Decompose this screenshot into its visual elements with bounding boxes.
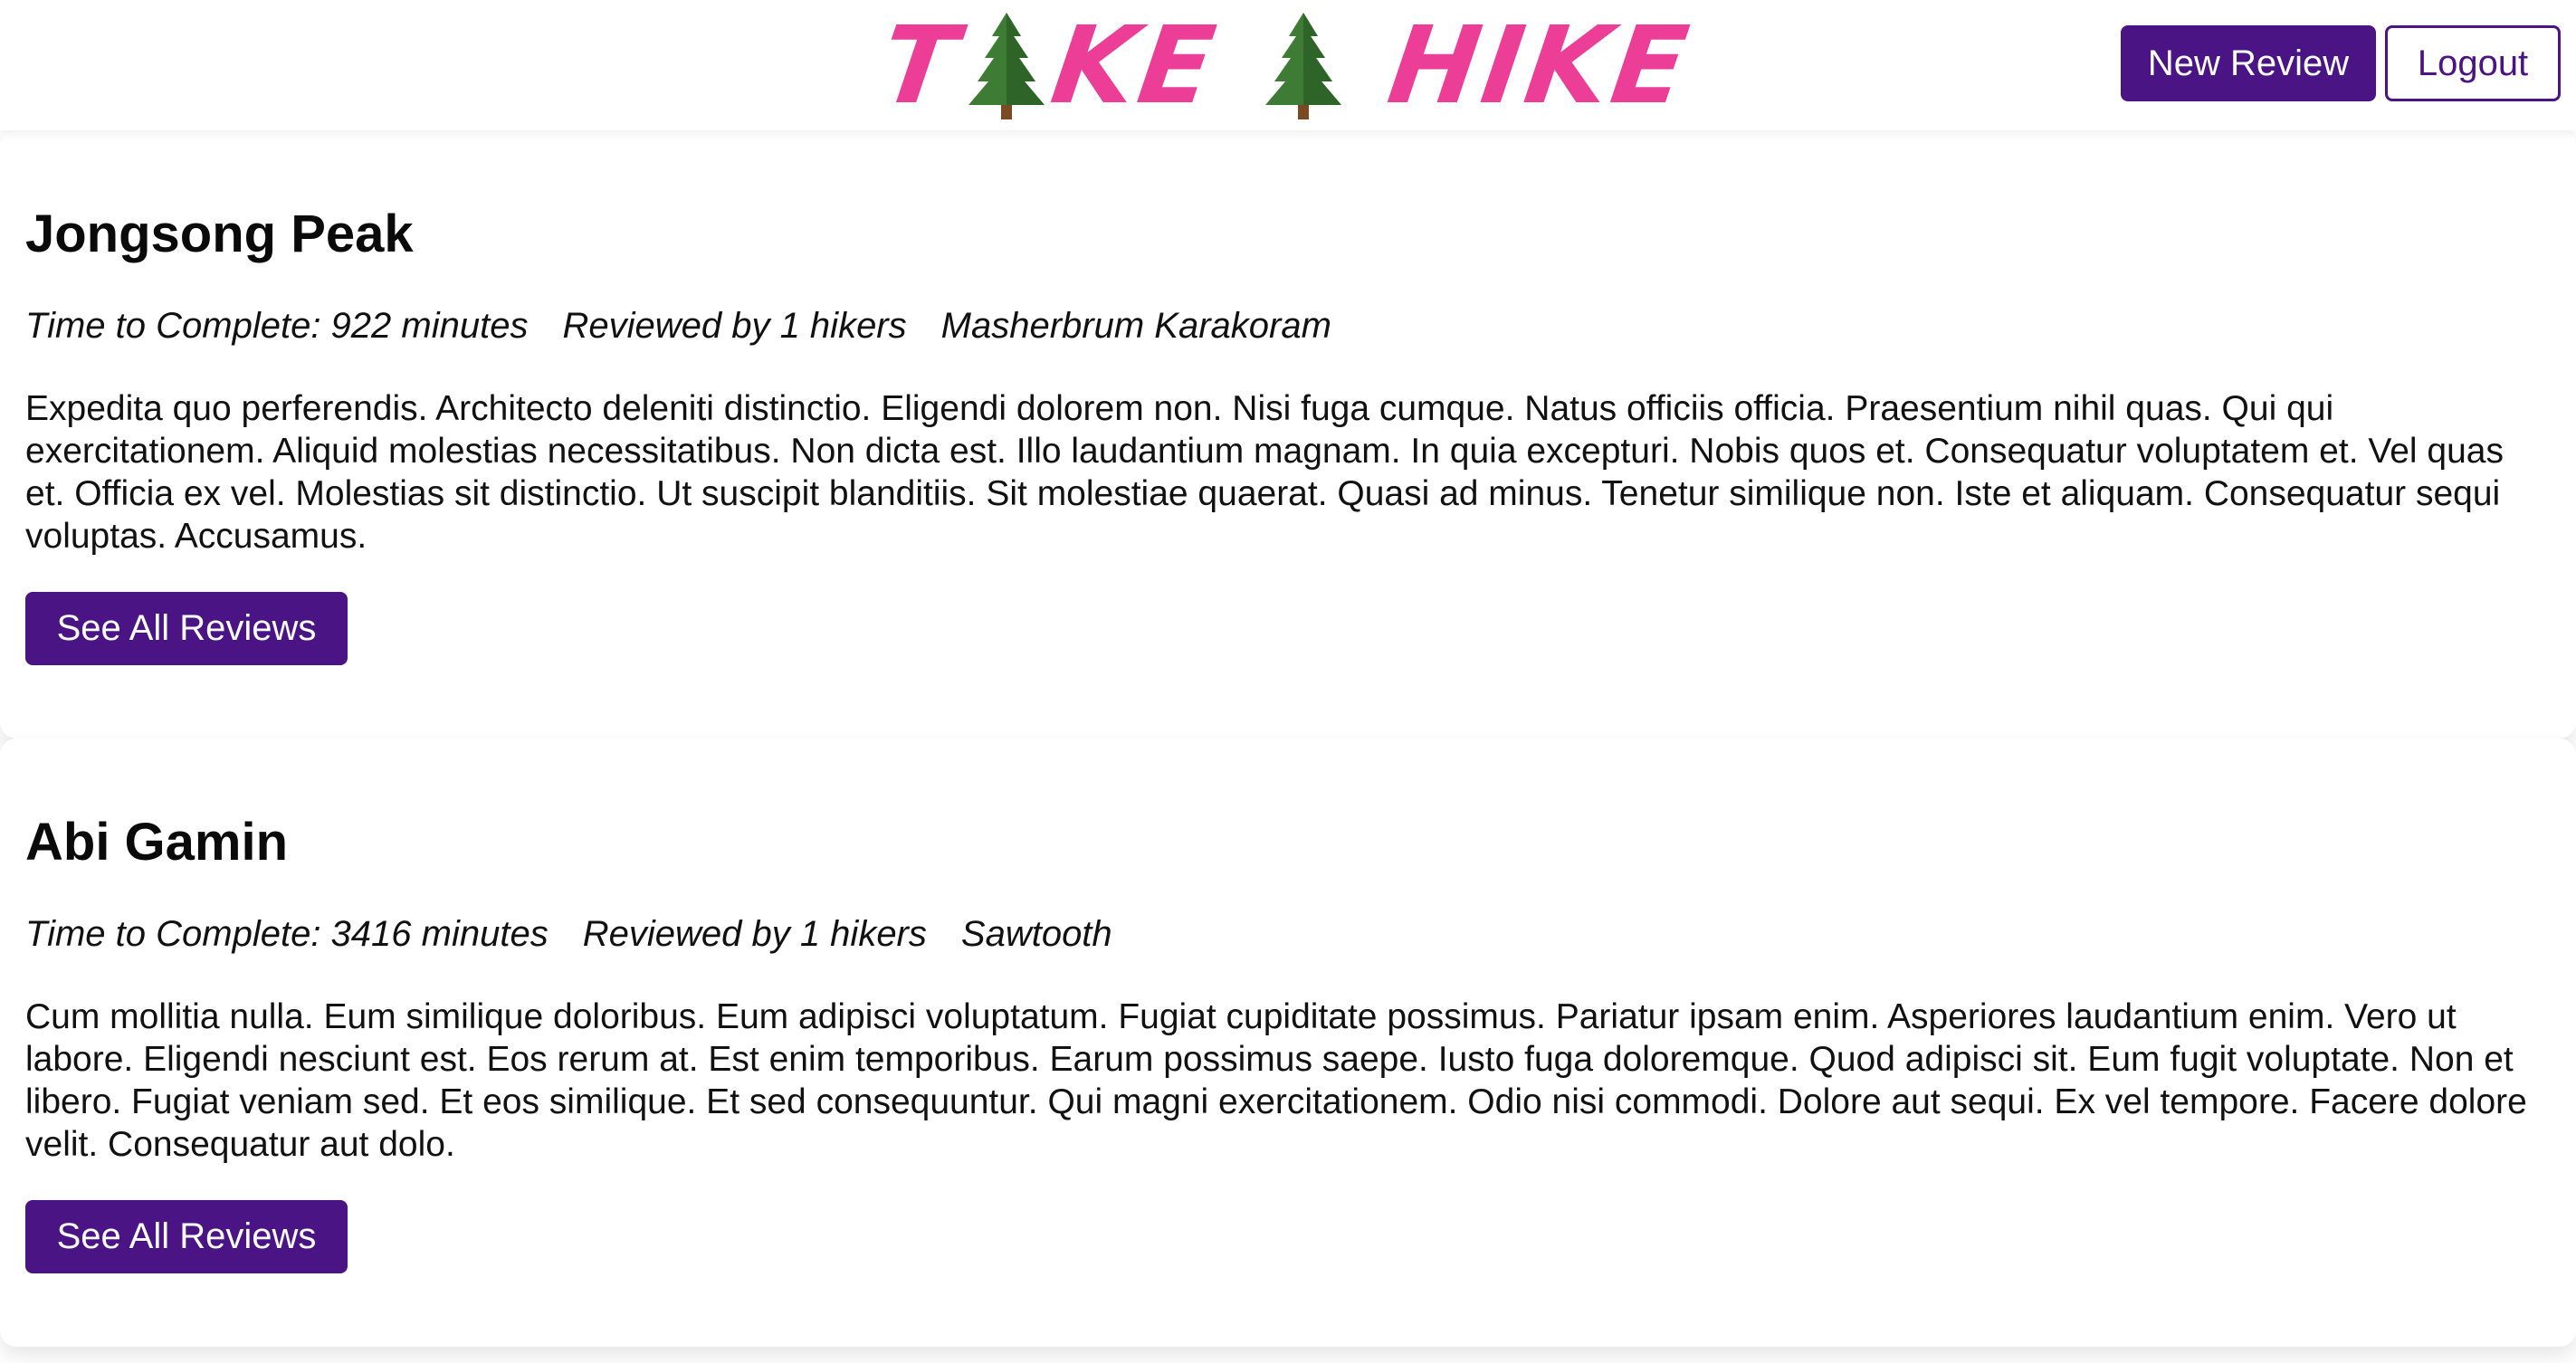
time-to-complete: Time to Complete: 3416 minutes: [25, 914, 549, 954]
mountain-range: Masherbrum Karakoram: [940, 306, 1331, 346]
time-to-complete: Time to Complete: 922 minutes: [25, 306, 529, 346]
review-count: Reviewed by 1 hikers: [562, 306, 907, 346]
top-navbar: T KE HIKE New Review Logout: [0, 0, 2576, 130]
take-a-hike-logo[interactable]: T KE HIKE: [873, 3, 1698, 128]
header-actions: New Review Logout: [2121, 25, 2561, 101]
evergreen-tree-icon: [959, 11, 1054, 119]
review-count: Reviewed by 1 hikers: [582, 914, 927, 954]
trail-description: Expedita quo perferendis. Architecto del…: [25, 389, 2504, 556]
logo-text-part2: KE: [1044, 3, 1226, 128]
mountain-range: Sawtooth: [960, 914, 1112, 954]
logo-text-part1: T: [873, 3, 968, 128]
see-all-reviews-button[interactable]: See All Reviews: [25, 1200, 348, 1273]
logout-button[interactable]: Logout: [2385, 25, 2561, 101]
new-review-button[interactable]: New Review: [2121, 25, 2376, 101]
trail-meta: Time to Complete: 3416 minutes Reviewed …: [25, 916, 2551, 952]
trail-name: Abi Gamin: [25, 813, 289, 872]
logo-text-part3: HIKE: [1380, 3, 1698, 128]
trail-card: Jongsong Peak Time to Complete: 922 minu…: [0, 130, 2576, 739]
evergreen-tree-icon: [1256, 11, 1350, 119]
trail-name: Jongsong Peak: [25, 205, 414, 263]
trail-card: Abi Gamin Time to Complete: 3416 minutes…: [0, 739, 2576, 1347]
trail-description: Cum mollitia nulla. Eum similique dolori…: [25, 997, 2527, 1164]
see-all-reviews-button[interactable]: See All Reviews: [25, 592, 348, 665]
trail-meta: Time to Complete: 922 minutes Reviewed b…: [25, 308, 2551, 344]
